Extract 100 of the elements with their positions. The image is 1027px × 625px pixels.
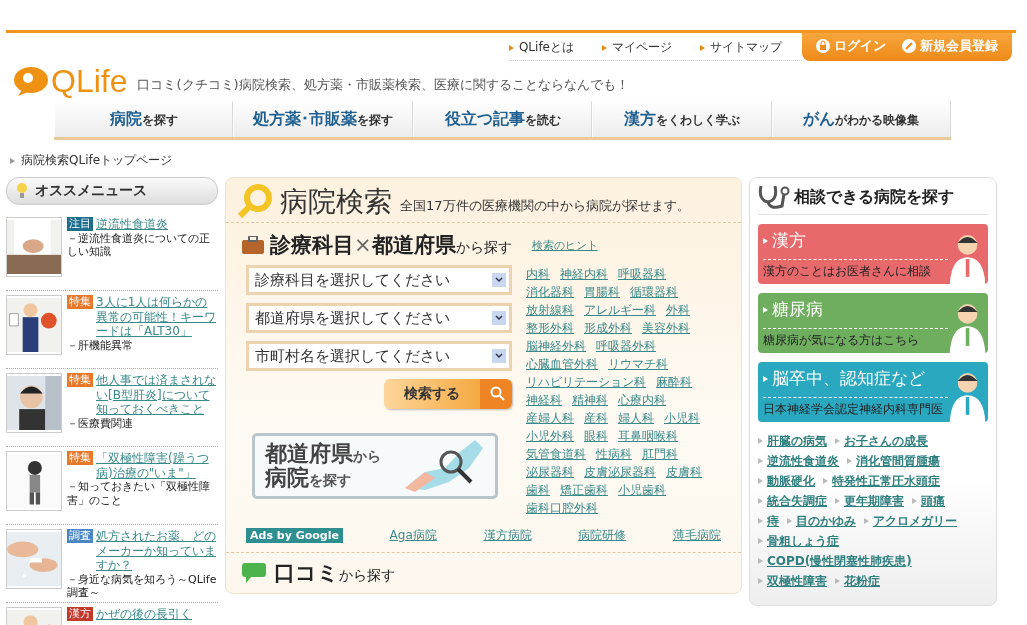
specialty-link[interactable]: 矯正歯科	[560, 481, 608, 499]
news-link[interactable]: 逆流性食道炎	[96, 217, 168, 232]
specialty-link[interactable]: 呼吸器科	[618, 265, 666, 283]
tagline: 口コミ(クチコミ)病院検索、処方薬・市販薬検索、医療に関することならなんでも！	[137, 76, 629, 94]
top-link[interactable]: サイトマップ	[700, 39, 782, 56]
condition-link[interactable]: 花粉症	[844, 571, 880, 591]
specialty-link[interactable]: 性病科	[596, 445, 632, 463]
specialty-link[interactable]: 歯科口腔外科	[526, 499, 598, 517]
specialty-link[interactable]: 麻酔科	[656, 373, 692, 391]
specialty-link[interactable]: 放射線科	[526, 301, 574, 319]
caret-icon	[495, 315, 503, 321]
specialty-link[interactable]: 皮膚科	[666, 463, 702, 481]
consult-title: 相談できる病院を探す	[794, 186, 954, 208]
condition-link[interactable]: 目のかゆみ	[796, 511, 856, 531]
nav-tab[interactable]: 処方薬･市販薬を探す	[233, 101, 413, 137]
condition-link[interactable]: 更年期障害	[844, 491, 904, 511]
news-title: オススメニュース	[35, 182, 147, 200]
consult-card[interactable]: 漢方 漢方のことはお医者さんに相談	[758, 224, 988, 284]
specialty-link[interactable]: 外科	[666, 301, 690, 319]
specialty-link[interactable]: リハビリテーション科	[526, 373, 646, 391]
news-description: －医療費関連	[67, 416, 134, 430]
condition-link[interactable]: お子さんの成長	[844, 431, 928, 451]
condition-link[interactable]: 痔	[767, 511, 779, 531]
specialty-link[interactable]: 小児科	[664, 409, 700, 427]
news-link[interactable]: かぜの後の長引く	[96, 607, 192, 622]
specialty-link[interactable]: 心療内科	[618, 391, 666, 409]
nav-tab[interactable]: がんがわかる映像集	[771, 101, 952, 137]
specialty-link[interactable]: 神経内科	[560, 265, 608, 283]
nav-tab[interactable]: 病院を探す	[54, 101, 234, 137]
register-button[interactable]: 新規会員登録	[902, 37, 998, 55]
specialty-link[interactable]: 整形外科	[526, 319, 574, 337]
specialty-link[interactable]: 消化器科	[526, 283, 574, 301]
condition-link[interactable]: 統合失調症	[767, 491, 827, 511]
condition-link[interactable]: 肝臓の病気	[767, 431, 827, 451]
dropdown-field[interactable]: 都道府県を選択してください	[246, 303, 512, 333]
specialty-link[interactable]: 美容外科	[642, 319, 690, 337]
specialty-link[interactable]: 皮膚泌尿器科	[584, 463, 656, 481]
specialty-link[interactable]: 小児歯科	[618, 481, 666, 499]
condition-link[interactable]: 動脈硬化	[767, 471, 815, 491]
news-link[interactable]: 「双極性障害(躁うつ病)治療の"いま"」	[96, 451, 218, 480]
ads-label[interactable]: Ads by Google	[246, 528, 343, 543]
condition-link[interactable]: COPD(慢性閉塞性肺疾患)	[767, 551, 912, 571]
dropdown-field[interactable]: 診療科目を選択してください	[246, 265, 512, 295]
news-link[interactable]: 処方されたお薬、どのメーカーか知っていますか？	[96, 529, 218, 573]
specialty-link[interactable]: 眼科	[584, 427, 608, 445]
condition-link[interactable]: アクロメガリー	[873, 511, 957, 531]
news-tag: 特集	[67, 295, 93, 309]
top-link[interactable]: QLifeとは	[508, 39, 574, 56]
qlife-logo[interactable]: QLife	[14, 65, 128, 97]
specialty-link[interactable]: 気管食道科	[526, 445, 586, 463]
top-link[interactable]: マイページ	[602, 39, 672, 56]
caret-icon	[495, 277, 503, 283]
specialty-link[interactable]: 耳鼻咽喉科	[618, 427, 678, 445]
prefecture-map-banner[interactable]: 都道府県から 病院を探す	[252, 433, 498, 499]
caret-icon	[495, 353, 503, 359]
condition-link[interactable]: 逆流性食道炎	[767, 451, 839, 471]
nav-tab[interactable]: 役立つ記事を読む	[412, 101, 593, 137]
news-tag: 特集	[67, 451, 93, 465]
search-button[interactable]: 検索する	[384, 379, 512, 409]
specialty-link[interactable]: 産科	[584, 409, 608, 427]
news-description: －逆流性食道炎についての正しい知識	[67, 231, 211, 259]
news-link[interactable]: 他人事では済まされない[B型肝炎]について知っておくべきこと	[96, 373, 218, 417]
specialty-link[interactable]: 泌尿器科	[526, 463, 574, 481]
specialty-link[interactable]: 婦人科	[618, 409, 654, 427]
specialty-link[interactable]: 脳神経外科	[526, 337, 586, 355]
specialty-link[interactable]: 歯科	[526, 481, 550, 499]
search-subtitle: 全国17万件の医療機関の中から病院が探せます。	[400, 197, 690, 215]
search-icon	[490, 386, 506, 402]
specialty-link[interactable]: リウマチ科	[608, 355, 668, 373]
specialty-link[interactable]: 内科	[526, 265, 550, 283]
news-description: －知っておきたい「双極性障害」のこと	[67, 480, 211, 507]
search-hint-link[interactable]: 検索のヒント	[531, 237, 598, 253]
specialty-link[interactable]: 産婦人科	[526, 409, 574, 427]
consult-card[interactable]: 脳卒中、認知症など 日本神経学会認定神経内科専門医	[758, 362, 988, 422]
condition-link[interactable]: 特発性正常圧水頭症	[832, 471, 940, 491]
specialty-link[interactable]: 小児外科	[526, 427, 574, 445]
specialty-link[interactable]: 心臓血管外科	[526, 355, 598, 373]
consult-card[interactable]: 糖尿病 糖尿病が気になる方はこちら	[758, 293, 988, 353]
specialty-link[interactable]: 形成外科	[584, 319, 632, 337]
condition-link[interactable]: 頭痛	[921, 491, 945, 511]
specialty-link[interactable]: 神経科	[526, 391, 562, 409]
news-tag: 調査	[67, 529, 93, 543]
specialty-link[interactable]: アレルギー科	[584, 301, 656, 319]
specialty-link[interactable]: 循環器科	[630, 283, 678, 301]
login-button[interactable]: ログイン	[816, 37, 886, 55]
ad-link[interactable]: 漢方病院	[483, 527, 532, 544]
news-link[interactable]: 3人に1人は何らかの異常の可能性！キーワードは「ALT30」	[96, 295, 218, 339]
ad-link[interactable]: 薄毛病院	[672, 527, 721, 544]
nav-tab[interactable]: 漢方をくわしく学ぶ	[592, 101, 772, 137]
condition-link[interactable]: 双極性障害	[767, 571, 827, 591]
condition-link[interactable]: 骨粗しょう症	[767, 531, 839, 551]
specialty-link[interactable]: 精神科	[572, 391, 608, 409]
ad-link[interactable]: Aga病院	[389, 527, 437, 544]
specialty-link[interactable]: 呼吸器外科	[596, 337, 656, 355]
specialty-link[interactable]: 胃腸科	[584, 283, 620, 301]
breadcrumb-link[interactable]: 病院検索QLifeトップページ	[21, 152, 173, 169]
ad-link[interactable]: 病院研修	[578, 527, 627, 544]
specialty-link[interactable]: 肛門科	[642, 445, 678, 463]
condition-link[interactable]: 消化管間質腫瘍	[856, 451, 940, 471]
dropdown-field[interactable]: 市町村名を選択してください	[246, 341, 512, 371]
